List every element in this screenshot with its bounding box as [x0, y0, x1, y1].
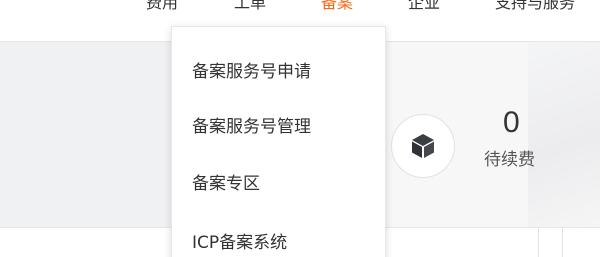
decorative-background: [528, 42, 600, 232]
nav-item-support[interactable]: 支持与服务: [495, 0, 575, 13]
cube-icon: [391, 114, 455, 178]
nav-item-fees[interactable]: 费用: [146, 0, 178, 13]
nav-item-beian[interactable]: 备案: [321, 0, 353, 13]
renewal-count[interactable]: 0: [503, 106, 520, 140]
divider: [562, 228, 563, 257]
renewal-label: 待续费: [484, 150, 535, 170]
left-panel: [0, 42, 170, 227]
beian-dropdown-menu: 备案服务号申请 备案服务号管理 备案专区 ICP备案系统: [171, 26, 386, 257]
nav-item-enterprise[interactable]: 企业: [408, 0, 440, 13]
menu-item-service-number-manage[interactable]: 备案服务号管理: [192, 116, 311, 138]
menu-item-icp-system[interactable]: ICP备案系统: [192, 232, 287, 254]
menu-item-service-number-apply[interactable]: 备案服务号申请: [192, 61, 311, 83]
menu-item-beian-zone[interactable]: 备案专区: [192, 173, 260, 195]
divider: [538, 228, 539, 257]
nav-item-tickets[interactable]: 工单: [234, 0, 266, 13]
